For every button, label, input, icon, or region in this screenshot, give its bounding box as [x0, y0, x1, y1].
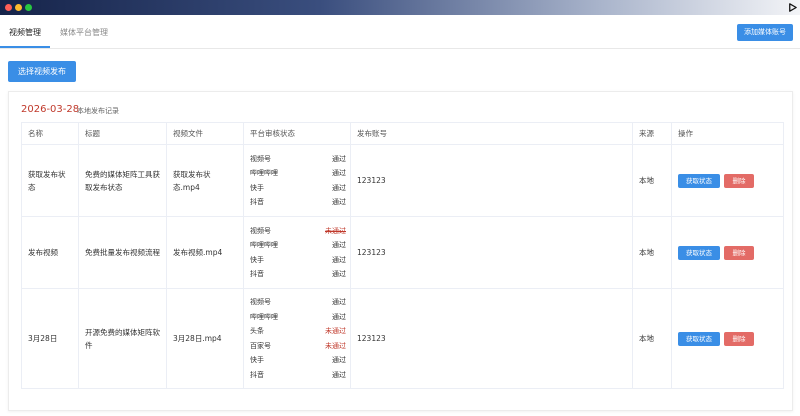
- platform-status-item: 快手 通过: [250, 353, 346, 368]
- platform-status: 通过: [332, 241, 346, 249]
- cell-account: 123123: [350, 144, 633, 217]
- app-logo-icon: [789, 3, 797, 12]
- cell-source: 本地: [632, 288, 672, 389]
- cell-platform-status: 视频号 未通过 哔哩哔哩 通过 快手 通过 抖音 通过: [243, 216, 351, 289]
- platform-status-item: 哔哩哔哩 通过: [250, 166, 346, 181]
- platform-status-item: 百家号 未通过: [250, 339, 346, 354]
- app-window: 视频管理 媒体平台管理 添加媒体账号 选择视频发布 2026-03-28 本地发…: [0, 15, 800, 416]
- minimize-window-dot[interactable]: [15, 4, 22, 11]
- platform-name: 视频号: [250, 154, 271, 163]
- platform-status-item: 视频号 通过: [250, 152, 346, 167]
- cell-title: 免费批量发布视频流程: [78, 216, 167, 289]
- add-media-account-button[interactable]: 添加媒体账号: [737, 24, 793, 41]
- platform-status-item: 抖音 通过: [250, 267, 346, 282]
- table-header-row: 名称 标题 视频文件 平台审核状态 发布账号 来源 操作: [21, 122, 784, 145]
- platform-status: 未通过: [325, 226, 346, 235]
- platform-status: 通过: [332, 270, 346, 278]
- platform-status-item: 快手 通过: [250, 253, 346, 268]
- platform-status-item: 视频号 未通过: [250, 224, 346, 239]
- close-window-dot[interactable]: [5, 4, 12, 11]
- cell-account: 123123: [350, 288, 633, 389]
- cell-platform-status: 视频号 通过 哔哩哔哩 通过 头条 未通过 百家号 未通过 快手 通过 抖音 通过: [243, 288, 351, 389]
- cell-source: 本地: [632, 216, 672, 289]
- header-video-file: 视频文件: [166, 122, 244, 145]
- header-source: 来源: [632, 122, 672, 145]
- platform-status-item: 视频号 通过: [250, 295, 346, 310]
- platform-status: 通过: [332, 183, 346, 192]
- cell-actions: 获取状态 删除: [671, 144, 784, 217]
- record-label: 本地发布记录: [77, 107, 119, 115]
- platform-status: 未通过: [325, 327, 346, 335]
- header-platform-status: 平台审核状态: [243, 122, 351, 145]
- platform-status-item: 抖音 通过: [250, 368, 346, 383]
- cell-name: 3月28日: [21, 288, 79, 389]
- cell-source: 本地: [632, 144, 672, 217]
- platform-status-item: 哔哩哔哩 通过: [250, 238, 346, 253]
- platform-status: 通过: [332, 169, 346, 177]
- platform-status: 通过: [332, 255, 346, 264]
- delete-button[interactable]: 删除: [724, 245, 754, 260]
- cell-title: 免费的媒体矩阵工具获取发布状态: [78, 144, 167, 217]
- get-status-button[interactable]: 获取状态: [678, 331, 720, 346]
- cell-title: 开源免费的媒体矩阵软件: [78, 288, 167, 389]
- cell-actions: 获取状态 删除: [671, 288, 784, 389]
- get-status-button[interactable]: 获取状态: [678, 245, 720, 260]
- platform-status-item: 哔哩哔哩 通过: [250, 310, 346, 325]
- platform-name: 哔哩哔哩: [250, 241, 278, 249]
- cell-file: 3月28日.mp4: [166, 288, 244, 389]
- platform-status-item: 快手 通过: [250, 181, 346, 196]
- platform-status: 通过: [332, 356, 346, 364]
- header-name: 名称: [21, 122, 79, 145]
- top-tabs: 视频管理 媒体平台管理 添加媒体账号: [0, 15, 800, 49]
- table-row: 3月28日 开源免费的媒体矩阵软件 3月28日.mp4 视频号 通过 哔哩哔哩 通过…: [21, 288, 784, 389]
- platform-name: 快手: [250, 183, 264, 192]
- record-date: 2026-03-28: [21, 104, 80, 115]
- platform-status: 通过: [332, 370, 346, 379]
- publish-record-card: 2026-03-28 本地发布记录 名称 标题 视频文件 平台审核状态 发布账号…: [8, 91, 793, 411]
- header-account: 发布账号: [350, 122, 633, 145]
- header-title: 标题: [78, 122, 167, 145]
- platform-status-item: 抖音 通过: [250, 195, 346, 210]
- tab-media-platform-management[interactable]: 媒体平台管理: [60, 27, 108, 38]
- platform-status: 通过: [332, 298, 346, 306]
- choose-video-publish-button[interactable]: 选择视频发布: [8, 61, 76, 82]
- cell-name: 发布视频: [21, 216, 79, 289]
- table-row: 获取发布状态 免费的媒体矩阵工具获取发布状态 获取发布状态.mp4 视频号 通过 …: [21, 144, 784, 217]
- delete-button[interactable]: 删除: [724, 331, 754, 346]
- platform-name: 抖音: [250, 370, 264, 379]
- platform-name: 哔哩哔哩: [250, 312, 278, 321]
- platform-status: 通过: [332, 154, 346, 163]
- cell-actions: 获取状态 删除: [671, 216, 784, 289]
- cell-file: 发布视频.mp4: [166, 216, 244, 289]
- platform-name: 视频号: [250, 298, 271, 306]
- get-status-button[interactable]: 获取状态: [678, 173, 720, 188]
- cell-file: 获取发布状态.mp4: [166, 144, 244, 217]
- maximize-window-dot[interactable]: [25, 4, 32, 11]
- cell-account: 123123: [350, 216, 633, 289]
- platform-name: 哔哩哔哩: [250, 169, 278, 177]
- platform-name: 头条: [250, 327, 264, 335]
- cell-name: 获取发布状态: [21, 144, 79, 217]
- platform-name: 抖音: [250, 198, 264, 206]
- platform-name: 视频号: [250, 226, 271, 235]
- delete-button[interactable]: 删除: [724, 173, 754, 188]
- header-actions: 操作: [671, 122, 784, 145]
- platform-name: 快手: [250, 255, 264, 264]
- window-titlebar: [0, 0, 800, 15]
- platform-status: 通过: [332, 312, 346, 321]
- platform-status: 未通过: [325, 341, 346, 350]
- tab-video-management[interactable]: 视频管理: [9, 27, 41, 38]
- tabs-divider: [0, 48, 800, 49]
- platform-name: 抖音: [250, 270, 264, 278]
- platform-name: 百家号: [250, 341, 271, 350]
- platform-status-item: 头条 未通过: [250, 324, 346, 339]
- platform-name: 快手: [250, 356, 264, 364]
- platform-status: 通过: [332, 198, 346, 206]
- cell-platform-status: 视频号 通过 哔哩哔哩 通过 快手 通过 抖音 通过: [243, 144, 351, 217]
- table-row: 发布视频 免费批量发布视频流程 发布视频.mp4 视频号 未通过 哔哩哔哩 通过 快…: [21, 216, 784, 289]
- publish-table: 名称 标题 视频文件 平台审核状态 发布账号 来源 操作 获取发布状态 免费的媒…: [21, 122, 784, 389]
